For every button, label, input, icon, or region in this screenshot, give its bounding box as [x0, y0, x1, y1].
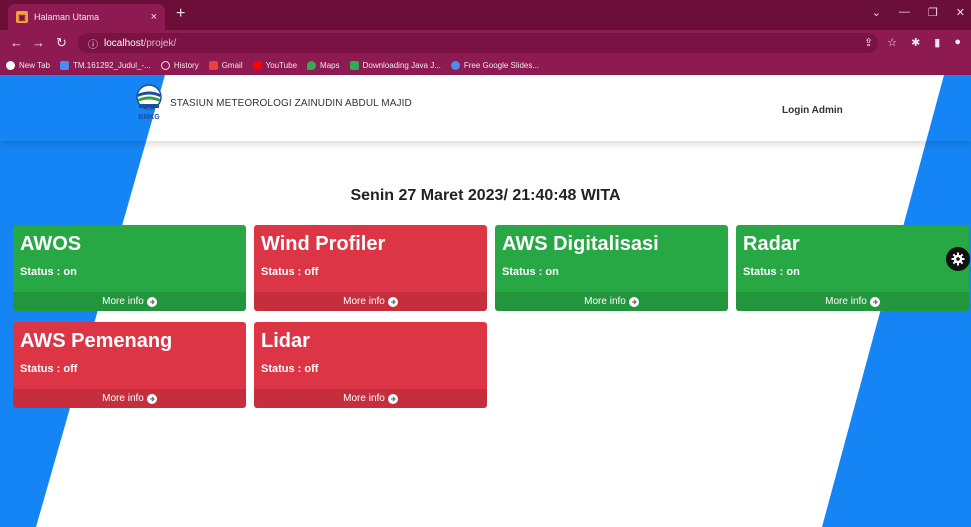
- bookmark-maps[interactable]: Maps: [307, 61, 340, 70]
- sidepanel-icon[interactable]: ▮: [934, 36, 940, 49]
- restore-icon[interactable]: ❐: [928, 6, 938, 19]
- more-info-link[interactable]: More info: [254, 389, 487, 408]
- minimize-icon[interactable]: —: [899, 6, 910, 19]
- bookmark-history[interactable]: History: [160, 61, 199, 70]
- logo-text: BMKG: [138, 114, 160, 121]
- card-status: Status : off: [261, 266, 319, 278]
- card-status: Status : on: [20, 266, 77, 278]
- tab-bar: ▣ Halaman Utama × + ⌄ — ❐ ✕: [0, 0, 971, 30]
- station-card-aws-pemenang: AWS Pemenang Status : off More info: [13, 322, 246, 408]
- toolbar-icons: ⇪ ☆ ✱ ▮ ●: [864, 36, 961, 49]
- card-title: Wind Profiler: [261, 233, 386, 255]
- card-title: Lidar: [261, 330, 310, 352]
- station-card-wind-profiler: Wind Profiler Status : off More info: [254, 225, 487, 311]
- history-icon: [160, 61, 170, 70]
- card-title: Radar: [743, 233, 800, 255]
- reload-icon[interactable]: ↻: [56, 35, 67, 51]
- card-status: Status : off: [20, 363, 78, 375]
- bookmark-youtube[interactable]: YouTube: [252, 61, 297, 70]
- bookmark-gmail[interactable]: Gmail: [208, 61, 243, 70]
- youtube-icon: [252, 61, 262, 70]
- more-info-link[interactable]: More info: [736, 292, 969, 311]
- bookmark-icon: [59, 61, 69, 70]
- card-status: Status : off: [261, 363, 319, 375]
- login-admin-link[interactable]: Login Admin: [782, 105, 843, 116]
- station-card-aws-digitalisasi: AWS Digitalisasi Status : on More info: [495, 225, 728, 311]
- url-host: localhost: [104, 37, 144, 49]
- bookmark-tm161292[interactable]: TM.161292_Judul_-...: [59, 61, 151, 70]
- site-title: STASIUN METEOROLOGI ZAINUDIN ABDUL MAJID: [170, 98, 412, 109]
- station-card-lidar: Lidar Status : off More info: [254, 322, 487, 408]
- more-info-link[interactable]: More info: [495, 292, 728, 311]
- maps-icon: [307, 61, 317, 70]
- bookmarks-bar: New Tab TM.161292_Judul_-... History Gma…: [0, 56, 971, 75]
- bookmark-icon: [450, 61, 460, 70]
- bookmark-new-tab[interactable]: New Tab: [6, 61, 50, 70]
- settings-button[interactable]: [946, 247, 970, 271]
- arrow-circle-right-icon: [628, 296, 639, 307]
- card-title: AWS Digitalisasi: [502, 233, 659, 255]
- station-card-radar: Radar Status : on More info: [736, 225, 969, 311]
- arrow-circle-right-icon: [146, 296, 157, 307]
- gmail-icon: [208, 61, 218, 70]
- card-status: Status : on: [502, 266, 559, 278]
- more-info-link[interactable]: More info: [13, 292, 246, 311]
- url-input[interactable]: ⓘ localhost /projek/: [78, 33, 878, 53]
- arrow-circle-right-icon: [387, 393, 398, 404]
- close-tab-icon[interactable]: ×: [151, 11, 157, 23]
- bookmark-icon: [6, 61, 15, 70]
- tab-title: Halaman Utama: [34, 12, 100, 22]
- back-icon[interactable]: ←: [10, 35, 23, 51]
- browser-chrome: ▣ Halaman Utama × + ⌄ — ❐ ✕ ← → ↻ ⓘ loca…: [0, 0, 971, 75]
- star-icon[interactable]: ☆: [887, 36, 897, 49]
- bmkg-logo: BMKG: [136, 84, 162, 121]
- chevron-down-icon[interactable]: ⌄: [872, 6, 881, 19]
- bookmark-free-google-slides[interactable]: Free Google Slides...: [450, 61, 539, 70]
- arrow-circle-right-icon: [387, 296, 398, 307]
- site-header: BMKG STASIUN METEOROLOGI ZAINUDIN ABDUL …: [0, 75, 971, 141]
- current-datetime: Senin 27 Maret 2023/ 21:40:48 WITA: [350, 187, 621, 204]
- info-icon[interactable]: ⓘ: [88, 36, 98, 51]
- favicon-icon: ▣: [16, 11, 28, 23]
- card-title: AWS Pemenang: [20, 330, 173, 352]
- bookmark-downloading-java[interactable]: Downloading Java J...: [349, 61, 441, 70]
- more-info-link[interactable]: More info: [254, 292, 487, 311]
- page: BMKG STASIUN METEOROLOGI ZAINUDIN ABDUL …: [0, 75, 971, 527]
- tab-halaman-utama[interactable]: ▣ Halaman Utama ×: [8, 4, 165, 30]
- station-card-awos: AWOS Status : on More info: [13, 225, 246, 311]
- arrow-circle-right-icon: [869, 296, 880, 307]
- card-title: AWOS: [20, 233, 82, 255]
- profile-icon[interactable]: ●: [954, 36, 961, 49]
- more-info-link[interactable]: More info: [13, 389, 246, 408]
- arrow-circle-right-icon: [146, 393, 157, 404]
- window-controls: ⌄ — ❐ ✕: [872, 6, 965, 19]
- close-window-icon[interactable]: ✕: [956, 6, 965, 19]
- extensions-icon[interactable]: ✱: [911, 36, 920, 49]
- new-tab-button[interactable]: +: [176, 6, 185, 22]
- share-icon[interactable]: ⇪: [864, 36, 873, 49]
- address-bar: ← → ↻ ⓘ localhost /projek/ ⇪ ☆ ✱ ▮ ●: [0, 30, 971, 56]
- url-path: /projek/: [143, 37, 177, 49]
- bookmark-icon: [349, 61, 359, 70]
- card-status: Status : on: [743, 266, 800, 278]
- gear-icon: [951, 252, 965, 266]
- forward-icon[interactable]: →: [32, 35, 45, 51]
